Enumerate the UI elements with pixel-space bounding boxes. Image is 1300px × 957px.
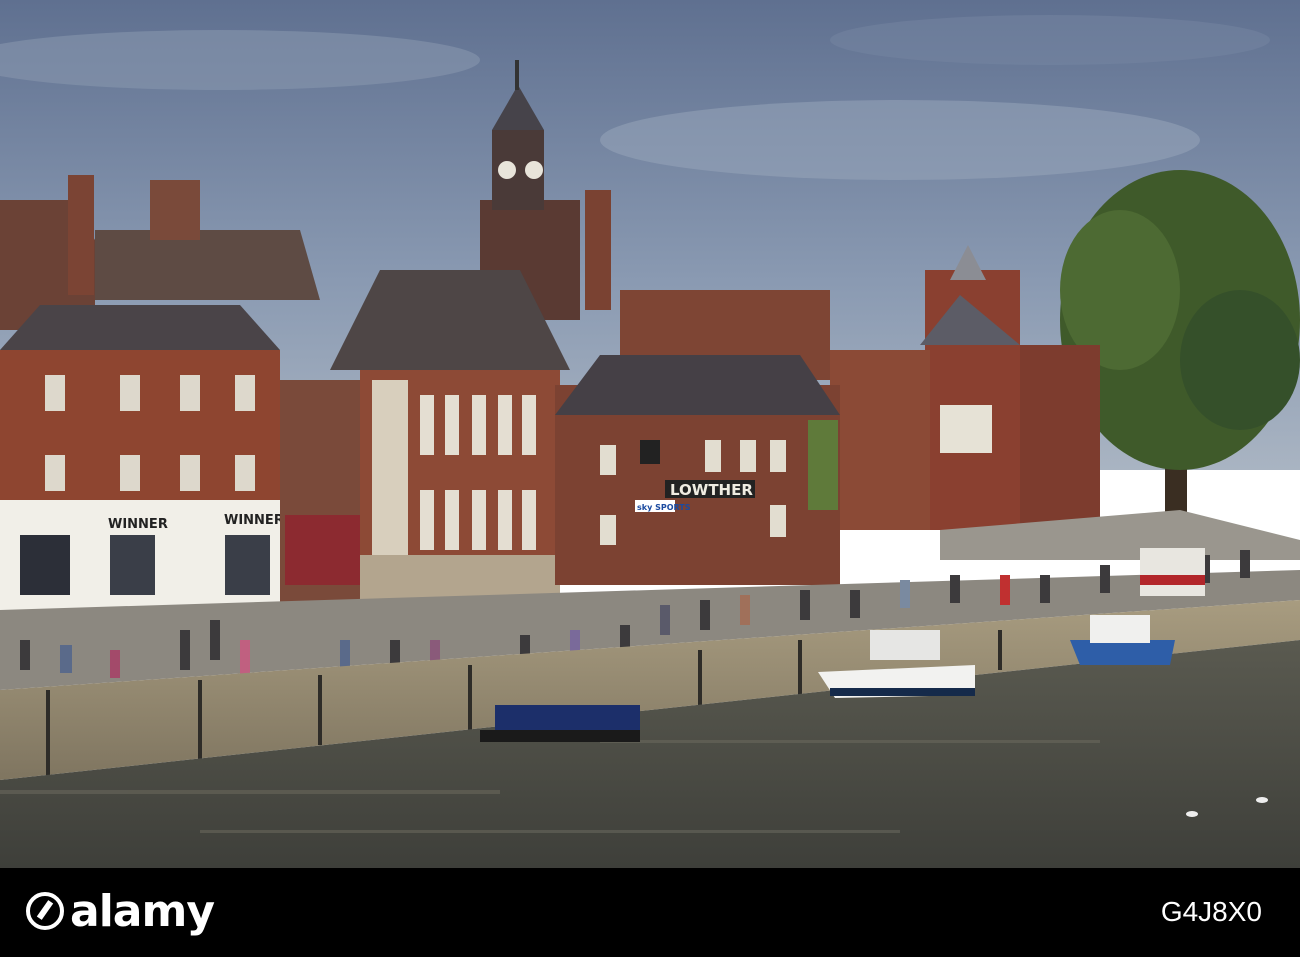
sky-sports-sign: sky SPORTS [637, 503, 691, 512]
winner-building: WINNER WINNER [0, 305, 284, 610]
ice-cream-van [1140, 548, 1205, 596]
gull [1256, 797, 1268, 803]
image-id: G4J8X0 [1160, 896, 1262, 927]
watermark-banner: alamy G4J8X0 [0, 868, 1300, 957]
lowther-sign: LOWTHER [670, 481, 753, 499]
alamy-brand: alamy [70, 886, 215, 937]
gull [1186, 811, 1198, 817]
winner-sign-left: WINNER [108, 517, 168, 532]
lowther-pub: LOWTHER sky SPORTS [555, 355, 840, 585]
narrowboat [480, 705, 640, 742]
winner-sign-right: WINNER [224, 513, 284, 528]
alamy-mark-icon [26, 892, 64, 930]
river-scene-photo: WINNER WINNER LOWTHER sky SPORTS [0, 0, 1300, 868]
alamy-logo: alamy [26, 886, 215, 938]
